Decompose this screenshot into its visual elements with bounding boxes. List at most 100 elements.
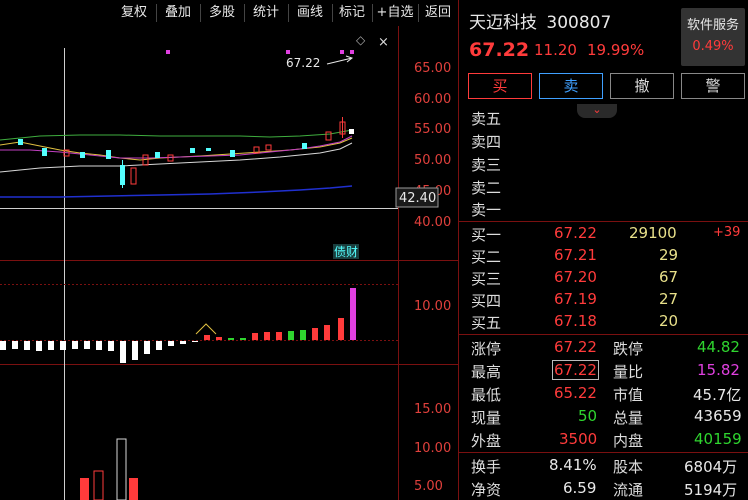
buy-level-row[interactable]: 买五 67.18 20: [459, 310, 748, 332]
stat-label: 量比: [613, 363, 644, 381]
level-label: 买五: [471, 314, 502, 332]
stat-row: 最高 67.22 量比 15.82: [459, 359, 748, 381]
buy-level-row[interactable]: 买一 67.22 29100 +39: [459, 222, 748, 244]
level-delta: +39: [713, 225, 741, 240]
price-axis-label: 55.00: [414, 122, 451, 137]
ma-green-line: [0, 129, 353, 141]
current-volume-value: 50: [578, 407, 598, 425]
stat-row: 换手 8.41% 股本 6804万: [459, 454, 748, 476]
add-watchlist-button[interactable]: +自选: [373, 4, 417, 22]
kline-chart[interactable]: ◇ × 67.22 65.00 60.00 55.00 50.00 45.00 …: [0, 26, 458, 500]
stat-label: 换手: [471, 458, 502, 476]
limit-down-value: 44.82: [697, 338, 740, 356]
stat-label: 流通: [613, 481, 644, 499]
buy-level-row[interactable]: 买三 67.20 67: [459, 266, 748, 288]
market-cap-value: 45.7亿: [693, 386, 742, 404]
turnover-value: 8.41%: [549, 456, 597, 474]
volume-axis-label: 10.00: [414, 441, 451, 456]
stat-label: 总量: [613, 409, 644, 427]
level-label: 买四: [471, 292, 502, 310]
sector-badge[interactable]: 软件服务 0.49%: [681, 8, 745, 66]
level-volume: 67: [659, 268, 679, 286]
level-price: 67.18: [554, 312, 597, 330]
stat-row: 涨停 67.22 跌停 44.82: [459, 336, 748, 358]
stat-label: 最高: [471, 363, 502, 381]
price-axis-label: 65.00: [414, 61, 451, 76]
price-change: 11.20: [534, 41, 577, 59]
statistics-button[interactable]: 统计: [246, 4, 286, 22]
stat-label: 涨停: [471, 340, 502, 358]
stat-label: 外盘: [471, 432, 502, 450]
sell-button[interactable]: 卖: [539, 73, 603, 99]
diamond-icon[interactable]: ◇: [356, 33, 366, 47]
outer-volume-value: 3500: [559, 430, 598, 448]
price-axis-label: 50.00: [414, 153, 451, 168]
buy-level-row[interactable]: 买二 67.21 29: [459, 244, 748, 266]
high-value: 67.22: [552, 360, 599, 380]
volume-axis-label: 5.00: [414, 479, 443, 494]
level-label: 买三: [471, 270, 502, 288]
macd-histogram: [0, 288, 356, 363]
stat-row: 外盘 3500 内盘 40159: [459, 428, 748, 450]
overlay-button[interactable]: 叠加: [158, 4, 198, 22]
stock-name-text: 天迈科技: [469, 13, 537, 33]
low-value: 65.22: [554, 384, 597, 402]
volume-axis-label: 15.00: [414, 402, 451, 417]
back-button[interactable]: 返回: [420, 4, 456, 22]
sell-level-row[interactable]: 卖五: [459, 106, 748, 128]
sell-level-row[interactable]: 卖二: [459, 175, 748, 197]
crosshair-price-label: 42.40: [399, 191, 436, 206]
level-label: 买二: [471, 248, 502, 266]
stat-label: 现量: [471, 409, 502, 427]
level-volume: 20: [659, 312, 679, 330]
level-price: 67.21: [554, 246, 597, 264]
stat-label: 市值: [613, 386, 644, 404]
limit-up-value: 67.22: [554, 338, 597, 356]
buy-level-row[interactable]: 买四 67.19 27: [459, 288, 748, 310]
cancel-order-button[interactable]: 撤: [610, 73, 674, 99]
macd-axis-label: 10.00: [414, 299, 451, 314]
stat-label: 最低: [471, 386, 502, 404]
share-capital-value: 6804万: [684, 458, 738, 476]
level-label: 卖四: [471, 133, 502, 151]
mark-button[interactable]: 标记: [333, 4, 371, 22]
stat-label: 净资: [471, 481, 502, 499]
stat-label: 内盘: [613, 432, 644, 450]
level-volume: 29: [659, 246, 679, 264]
level-volume: 27: [659, 290, 679, 308]
alert-button[interactable]: 警: [681, 73, 745, 99]
last-price: 67.22: [469, 39, 530, 61]
net-assets-value: 6.59: [563, 479, 597, 497]
sell-level-row[interactable]: 卖四: [459, 129, 748, 151]
total-volume-value: 43659: [694, 407, 742, 425]
sell-level-row[interactable]: 卖三: [459, 152, 748, 174]
close-icon[interactable]: ×: [378, 35, 389, 50]
sell-level-row[interactable]: 卖一: [459, 197, 748, 219]
quote-panel: 天迈科技 300807 67.22 11.20 19.99% 软件服务 0.49…: [458, 0, 748, 500]
inner-volume-value: 40159: [694, 430, 742, 448]
stock-code: 300807: [546, 13, 612, 33]
stat-row: 最低 65.22 市值 45.7亿: [459, 382, 748, 404]
restore-rights-button[interactable]: 复权: [114, 4, 154, 22]
volume-bars: [80, 438, 138, 500]
high-price-annotation: 67.22: [286, 56, 320, 70]
stat-row: 现量 50 总量 43659: [459, 405, 748, 427]
price-axis-label: 60.00: [414, 92, 451, 107]
price-change-pct: 19.99%: [587, 41, 645, 59]
ma-blue-line: [0, 185, 353, 198]
draw-line-button[interactable]: 画线: [290, 4, 330, 22]
float-shares-value: 5194万: [684, 481, 738, 499]
level-price: 67.22: [554, 224, 597, 242]
stat-label: 跌停: [613, 340, 644, 358]
level-label: 卖三: [471, 156, 502, 174]
price-axis-label: 40.00: [414, 215, 451, 230]
level-volume: 29100: [629, 224, 677, 242]
sector-name: 软件服务: [686, 18, 739, 33]
sector-pct: 0.49%: [692, 39, 734, 54]
buy-button[interactable]: 买: [468, 73, 532, 99]
level-price: 67.19: [554, 290, 597, 308]
level-label: 卖一: [471, 201, 502, 219]
volume-ratio-value: 15.82: [697, 361, 740, 379]
multi-stock-button[interactable]: 多股: [202, 4, 242, 22]
finance-tag[interactable]: 债财: [334, 245, 358, 259]
